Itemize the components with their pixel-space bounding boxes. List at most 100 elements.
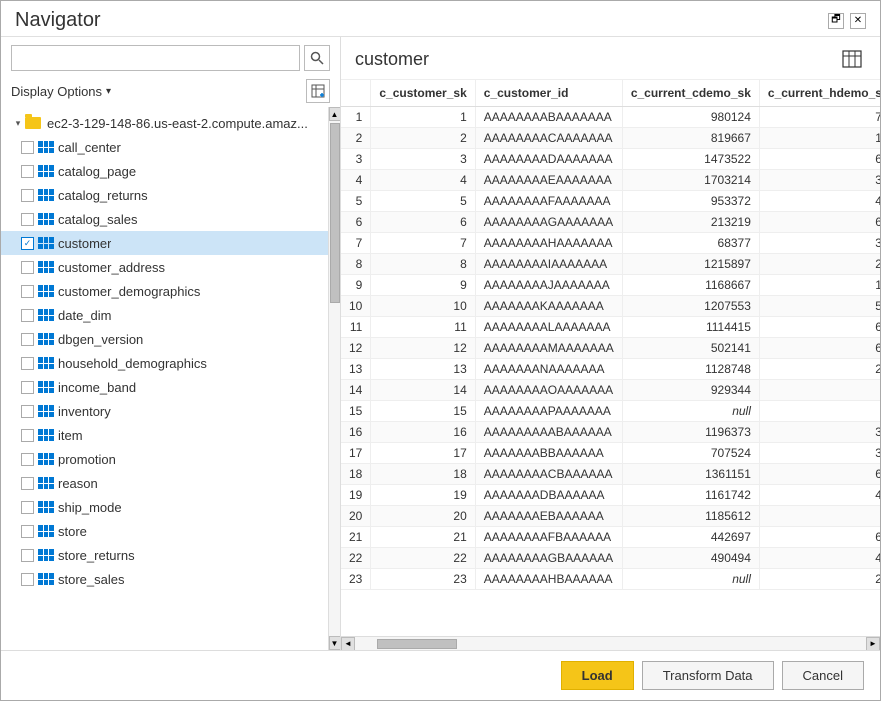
tree-item-customer[interactable]: customer [1, 231, 328, 255]
close-button[interactable]: ✕ [850, 13, 866, 29]
checkbox-item[interactable] [21, 429, 34, 442]
tree-item-catalog_returns[interactable]: catalog_returns [1, 183, 328, 207]
cell-c_current_cdemo_sk: 502141 [622, 338, 759, 359]
tree-label-promotion: promotion [58, 452, 116, 467]
table-icon-date_dim [38, 309, 54, 321]
row-num: 4 [341, 170, 371, 191]
scroll-down-arrow[interactable]: ▼ [329, 636, 341, 650]
checkbox-customer[interactable] [21, 237, 34, 250]
tree-item-dbgen_version[interactable]: dbgen_version [1, 327, 328, 351]
tree-item-date_dim[interactable]: date_dim [1, 303, 328, 327]
cell-c_customer_id: AAAAAAAAMAAAAAAA [475, 338, 622, 359]
tree-area: ▾ ec2-3-129-148-86.us-east-2.compute.ama… [1, 107, 340, 650]
checkbox-income_band[interactable] [21, 381, 34, 394]
row-num: 14 [341, 380, 371, 401]
checkbox-catalog_returns[interactable] [21, 189, 34, 202]
table-icon-catalog_returns [38, 189, 54, 201]
cell-c_customer_id: AAAAAAAAHAAAAAAA [475, 233, 622, 254]
cell-c_customer_sk: 18 [371, 464, 475, 485]
tree-item-customer_address[interactable]: customer_address [1, 255, 328, 279]
cell-c_customer_sk: 2 [371, 128, 475, 149]
cell-c_current_cdemo_sk: 442697 [622, 527, 759, 548]
tree-item-income_band[interactable]: income_band [1, 375, 328, 399]
h-scroll-track [357, 639, 864, 649]
tree-item-reason[interactable]: reason [1, 471, 328, 495]
h-scroll-thumb[interactable] [377, 639, 457, 649]
tree-item-inventory[interactable]: inventory [1, 399, 328, 423]
table-row: 88AAAAAAAAIAAAAAAA121589724 [341, 254, 880, 275]
checkbox-store_returns[interactable] [21, 549, 34, 562]
cell-c_customer_id: AAAAAAAAGBAAAAAA [475, 548, 622, 569]
checkbox-reason[interactable] [21, 477, 34, 490]
row-num: 7 [341, 233, 371, 254]
checkbox-customer_demographics[interactable] [21, 285, 34, 298]
scroll-thumb[interactable] [330, 123, 340, 303]
horizontal-scrollbar[interactable]: ◄ ► [341, 636, 880, 650]
search-icon [310, 51, 324, 65]
scroll-right-arrow[interactable]: ► [866, 637, 880, 651]
table-icon-store_returns [38, 549, 54, 561]
vertical-scrollbar[interactable]: ▲ ▼ [328, 107, 340, 650]
tree-item-catalog_sales[interactable]: catalog_sales [1, 207, 328, 231]
expand-icon: ▾ [11, 116, 25, 130]
tree-item-store_sales[interactable]: store_sales [1, 567, 328, 591]
preview-icon-button[interactable] [838, 45, 866, 73]
checkbox-ship_mode[interactable] [21, 501, 34, 514]
scroll-up-arrow[interactable]: ▲ [329, 107, 341, 121]
checkbox-dbgen_version[interactable] [21, 333, 34, 346]
cell-c_customer_sk: 1 [371, 107, 475, 128]
cell-c_customer_id: AAAAAAAKAAAAAAA [475, 296, 622, 317]
transform-data-button[interactable]: Transform Data [642, 661, 774, 690]
load-button[interactable]: Load [561, 661, 634, 690]
tree-label-store_sales: store_sales [58, 572, 124, 587]
tree-item-catalog_page[interactable]: catalog_page [1, 159, 328, 183]
tree-root-item[interactable]: ▾ ec2-3-129-148-86.us-east-2.compute.ama… [1, 111, 328, 135]
scroll-left-arrow[interactable]: ◄ [341, 637, 355, 651]
checkbox-catalog_sales[interactable] [21, 213, 34, 226]
row-num: 19 [341, 485, 371, 506]
tree-label-catalog_sales: catalog_sales [58, 212, 138, 227]
preview-title: customer [355, 49, 429, 70]
cell-c_current_hdemo_sk: 62 [759, 149, 880, 170]
row-num: 16 [341, 422, 371, 443]
tree-item-customer_demographics[interactable]: customer_demographics [1, 279, 328, 303]
table-row: 2020AAAAAAAEBAAAAAA1185612 [341, 506, 880, 527]
data-table-wrapper[interactable]: c_customer_skc_customer_idc_current_cdem… [341, 80, 880, 636]
col-header-c_customer_sk: c_customer_sk [371, 80, 475, 107]
checkbox-promotion[interactable] [21, 453, 34, 466]
table-icon-inventory [38, 405, 54, 417]
tree-label-reason: reason [58, 476, 98, 491]
display-options-button[interactable]: Display Options ▾ [11, 84, 111, 99]
tree-item-item[interactable]: item [1, 423, 328, 447]
cell-c_customer_sk: 8 [371, 254, 475, 275]
tree-list[interactable]: ▾ ec2-3-129-148-86.us-east-2.compute.ama… [1, 107, 328, 650]
tree-item-ship_mode[interactable]: ship_mode [1, 495, 328, 519]
tree-item-call_center[interactable]: call_center [1, 135, 328, 159]
checkbox-store[interactable] [21, 525, 34, 538]
checkbox-date_dim[interactable] [21, 309, 34, 322]
tree-item-store_returns[interactable]: store_returns [1, 543, 328, 567]
cell-c_customer_id: AAAAAAAABAAAAAAA [475, 107, 622, 128]
search-input[interactable] [11, 45, 300, 71]
checkbox-call_center[interactable] [21, 141, 34, 154]
search-row [1, 37, 340, 75]
checkbox-household_demographics[interactable] [21, 357, 34, 370]
checkbox-store_sales[interactable] [21, 573, 34, 586]
checkbox-inventory[interactable] [21, 405, 34, 418]
restore-button[interactable]: 🗗 [828, 13, 844, 29]
tree-item-household_demographics[interactable]: household_demographics [1, 351, 328, 375]
col-header-c_customer_id: c_customer_id [475, 80, 622, 107]
tree-item-promotion[interactable]: promotion [1, 447, 328, 471]
cell-c_customer_sk: 14 [371, 380, 475, 401]
left-panel: Display Options ▾ [1, 37, 341, 650]
search-button[interactable] [304, 45, 330, 71]
cell-c_current_hdemo_sk: 51 [759, 296, 880, 317]
tree-item-store[interactable]: store [1, 519, 328, 543]
checkbox-customer_address[interactable] [21, 261, 34, 274]
cancel-button[interactable]: Cancel [782, 661, 864, 690]
table-row: 2323AAAAAAAAHBAAAAAAnull21 [341, 569, 880, 590]
cell-c_current_hdemo_sk: 27 [759, 359, 880, 380]
checkbox-catalog_page[interactable] [21, 165, 34, 178]
add-table-button[interactable] [306, 79, 330, 103]
cell-c_customer_id: AAAAAAAAPAAAAAAA [475, 401, 622, 422]
